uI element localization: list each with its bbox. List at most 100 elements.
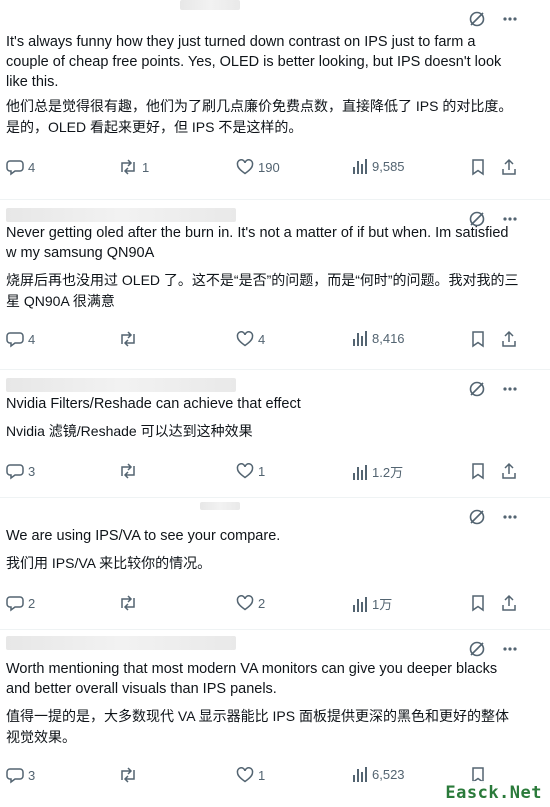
watermark: Easck.Net	[441, 781, 546, 805]
heart-icon	[236, 158, 254, 176]
like-button[interactable]: 1	[236, 766, 265, 784]
share-button[interactable]	[500, 462, 518, 480]
like-count: 1	[258, 767, 266, 783]
blurred-username	[180, 0, 240, 10]
blurred-username	[6, 636, 236, 650]
grok-icon[interactable]	[468, 508, 486, 526]
reply-icon	[6, 766, 24, 784]
more-options-icon[interactable]	[502, 640, 518, 658]
like-button[interactable]: 190	[236, 158, 280, 176]
repost-icon	[118, 462, 138, 480]
reply-icon	[6, 158, 24, 176]
views-count: 1.2万	[372, 465, 404, 480]
repost-icon	[118, 766, 138, 784]
share-button[interactable]	[500, 158, 518, 176]
reply-count: 4	[28, 331, 36, 347]
reply-count: 4	[28, 159, 36, 175]
views-button[interactable]: 8,416	[352, 330, 405, 346]
repost-icon	[118, 330, 138, 348]
bookmark-button[interactable]	[470, 462, 486, 480]
share-button[interactable]	[500, 330, 518, 348]
like-button[interactable]: 2	[236, 594, 265, 612]
reply-card[interactable]: We are using IPS/VA to see your compare.…	[0, 498, 550, 630]
bookmark-icon	[470, 462, 486, 480]
share-icon	[500, 462, 518, 480]
bookmark-icon	[470, 158, 486, 176]
more-options-icon[interactable]	[502, 508, 518, 526]
like-count: 1	[258, 463, 266, 479]
repost-button[interactable]: 1	[118, 158, 149, 176]
grok-icon[interactable]	[468, 640, 486, 658]
bookmark-icon	[470, 594, 486, 612]
repost-icon	[118, 158, 138, 176]
views-button[interactable]: 6,523	[352, 766, 405, 782]
repost-button[interactable]	[118, 594, 142, 612]
repost-button[interactable]	[118, 766, 142, 784]
like-count: 190	[258, 159, 280, 175]
reply-text-en: We are using IPS/VA to see your compare.	[6, 528, 281, 544]
reply-count: 3	[28, 463, 36, 479]
views-button[interactable]: 1万	[352, 594, 392, 613]
bookmark-button[interactable]	[470, 594, 486, 612]
reply-text-en: Worth mentioning that most modern VA mon…	[6, 661, 498, 697]
reply-button[interactable]: 3	[6, 462, 35, 480]
views-count: 9,585	[372, 158, 405, 174]
reply-button[interactable]: 4	[6, 330, 35, 348]
reply-card[interactable]: Nvidia Filters/Reshade can achieve that …	[0, 370, 550, 498]
like-button[interactable]: 4	[236, 330, 265, 348]
views-count: 1万	[372, 597, 393, 612]
views-chart-icon	[352, 330, 368, 346]
reply-count: 3	[28, 767, 36, 783]
bookmark-button[interactable]	[470, 330, 486, 348]
repost-button[interactable]	[118, 462, 142, 480]
views-chart-icon	[352, 766, 368, 782]
reply-text-zh: 他们总是觉得很有趣，他们为了刷几点廉价免费点数，直接降低了 IPS 的对比度。是…	[6, 98, 513, 135]
action-bar: 2 2 1万	[6, 594, 518, 614]
share-icon	[500, 330, 518, 348]
bookmark-icon	[470, 330, 486, 348]
views-button[interactable]: 1.2万	[352, 462, 403, 481]
views-count: 6,523	[372, 766, 405, 782]
heart-icon	[236, 462, 254, 480]
reply-text-en: Never getting oled after the burn in. It…	[6, 225, 509, 261]
views-count: 8,416	[372, 330, 405, 346]
reply-icon	[6, 594, 24, 612]
like-count: 2	[258, 595, 266, 611]
views-chart-icon	[352, 596, 368, 612]
blurred-username	[6, 208, 236, 222]
share-icon	[500, 158, 518, 176]
like-count: 4	[258, 331, 266, 347]
share-button[interactable]	[500, 594, 518, 612]
more-options-icon[interactable]	[502, 10, 518, 28]
reply-button[interactable]: 3	[6, 766, 35, 784]
repost-icon	[118, 594, 138, 612]
reply-icon	[6, 462, 24, 480]
reply-button[interactable]: 2	[6, 594, 35, 612]
blurred-username	[200, 502, 240, 510]
reply-text-zh: Nvidia 滤镜/Reshade 可以达到这种效果	[6, 423, 253, 439]
reply-text-zh: 烧屏后再也没用过 OLED 了。这不是“是否”的问题，而是“何时”的问题。我对我…	[6, 272, 519, 309]
blurred-username	[6, 378, 236, 392]
views-button[interactable]: 9,585	[352, 158, 405, 174]
heart-icon	[236, 594, 254, 612]
action-bar: 4 1 190 9,585	[6, 158, 518, 178]
reply-card[interactable]: Never getting oled after the burn in. It…	[0, 200, 550, 370]
repost-button[interactable]	[118, 330, 142, 348]
reply-count: 2	[28, 595, 36, 611]
reply-text-zh: 我们用 IPS/VA 来比较你的情况。	[6, 555, 212, 571]
heart-icon	[236, 766, 254, 784]
grok-icon[interactable]	[468, 10, 486, 28]
reply-card[interactable]: It's always funny how they just turned d…	[0, 0, 550, 200]
action-bar: 3 1 1.2万	[6, 462, 518, 482]
reply-button[interactable]: 4	[6, 158, 35, 176]
bookmark-button[interactable]	[470, 158, 486, 176]
reply-text-en: It's always funny how they just turned d…	[6, 34, 502, 90]
reply-text-en: Nvidia Filters/Reshade can achieve that …	[6, 396, 301, 412]
like-button[interactable]: 1	[236, 462, 265, 480]
reply-text-zh: 值得一提的是，大多数现代 VA 显示器能比 IPS 面板提供更深的黑色和更好的整…	[6, 708, 509, 745]
share-icon	[500, 594, 518, 612]
repost-count: 1	[142, 159, 150, 175]
action-bar: 4 4 8,416	[6, 330, 518, 350]
heart-icon	[236, 330, 254, 348]
views-chart-icon	[352, 464, 368, 480]
